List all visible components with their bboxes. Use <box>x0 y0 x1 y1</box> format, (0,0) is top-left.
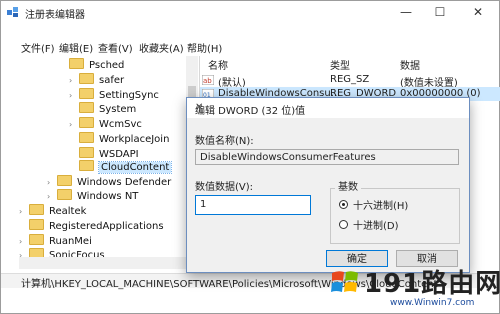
minimize-button[interactable]: — <box>387 1 425 23</box>
folder-icon <box>29 204 44 215</box>
value-row-default[interactable]: ab (默认) REG_SZ (数值未设置) <box>200 73 500 89</box>
tree-node-wcmsvc[interactable]: › WcmSvc <box>69 117 142 133</box>
maximize-button[interactable]: ☐ <box>421 1 459 23</box>
folder-icon <box>79 73 94 84</box>
menu-view[interactable]: 查看(V) <box>98 40 133 55</box>
expand-arrow-icon[interactable]: › <box>69 76 79 85</box>
value-data-label: 数值数据(V): <box>195 182 254 193</box>
folder-icon <box>79 160 94 171</box>
folder-icon <box>69 58 84 69</box>
expand-arrow-icon[interactable]: › <box>47 178 57 187</box>
site-watermark: 191路由网 www.Winwin7.com <box>330 265 500 312</box>
title-bar: 注册表编辑器 — ☐ ✕ <box>1 1 499 23</box>
decimal-radio-label[interactable]: 十进制(D) <box>353 217 399 232</box>
folder-icon <box>79 117 94 128</box>
expand-arrow-icon[interactable]: › <box>69 91 79 100</box>
value-name-field: DisableWindowsConsumerFeatures <box>195 149 459 165</box>
column-header-type[interactable]: 类型 <box>330 57 350 72</box>
folder-icon <box>57 189 72 200</box>
close-button[interactable]: ✕ <box>459 1 497 23</box>
tree-node-psched[interactable]: Psched <box>69 58 124 74</box>
folder-icon <box>57 175 72 186</box>
base-group: 十六进制(H) 十进制(D) <box>330 188 460 244</box>
tree-horizontal-scrollbar[interactable] <box>19 257 199 269</box>
svg-text:ab: ab <box>203 77 212 85</box>
menu-edit[interactable]: 编辑(E) <box>59 40 93 55</box>
column-header-name[interactable]: 名称 <box>208 57 228 72</box>
expand-arrow-icon[interactable]: › <box>19 207 29 216</box>
decimal-radio[interactable] <box>339 220 348 229</box>
string-value-icon: ab <box>202 75 214 85</box>
tree-node-realtek[interactable]: › Realtek <box>19 204 86 220</box>
value-data-input[interactable]: 1 <box>195 195 311 215</box>
expand-arrow-icon[interactable]: › <box>47 192 57 201</box>
registry-app-icon <box>7 7 18 17</box>
hex-radio[interactable] <box>339 200 348 209</box>
folder-icon <box>29 219 44 230</box>
value-name-label: 数值名称(N): <box>195 136 254 147</box>
windows-logo-icon <box>331 271 358 292</box>
folder-icon <box>79 102 94 113</box>
expand-arrow-icon[interactable]: › <box>69 120 79 129</box>
tree-node-system[interactable]: System <box>79 102 136 118</box>
hex-radio-label[interactable]: 十六进制(H) <box>353 197 408 212</box>
folder-icon <box>79 88 94 99</box>
folder-icon <box>79 132 94 143</box>
watermark-text: 191路由网 <box>364 269 500 299</box>
menu-help[interactable]: 帮助(H) <box>187 40 222 55</box>
value-list: 名称 类型 数据 ab (默认) REG_SZ (数值未设置) 01 Disab… <box>200 56 500 101</box>
dialog-title-bar: 编辑 DWORD (32 位)值 ✕ <box>187 98 469 118</box>
menu-file[interactable]: 文件(F) <box>21 40 55 55</box>
expand-arrow-icon[interactable]: › <box>19 237 29 246</box>
window-title: 注册表编辑器 <box>25 10 85 21</box>
dialog-close-button[interactable]: ✕ <box>195 102 463 113</box>
registry-key-tree: Psched › safer › SettingSync System › WcmSv… <box>19 56 200 270</box>
menu-bar: 文件(F) 编辑(E) 查看(V) 收藏夹(A) 帮助(H) <box>1 40 499 56</box>
tree-node-cloudcontent[interactable]: CloudContent <box>79 160 173 176</box>
tree-node-registeredapplications[interactable]: RegisteredApplications <box>29 219 164 235</box>
tree-node-safer[interactable]: › safer <box>69 73 124 89</box>
folder-icon <box>79 147 94 158</box>
column-header-data[interactable]: 数据 <box>400 57 420 72</box>
menu-favorites[interactable]: 收藏夹(A) <box>139 40 184 55</box>
edit-dword-dialog: 编辑 DWORD (32 位)值 ✕ 数值名称(N): DisableWindo… <box>186 97 470 273</box>
watermark-url: www.Winwin7.com <box>390 298 475 308</box>
base-group-label: 基数 <box>335 178 361 193</box>
tree-node-workplacejoin[interactable]: WorkplaceJoin <box>79 132 169 148</box>
tree-node-windows-nt[interactable]: › Windows NT <box>47 189 138 205</box>
folder-icon <box>29 234 44 245</box>
